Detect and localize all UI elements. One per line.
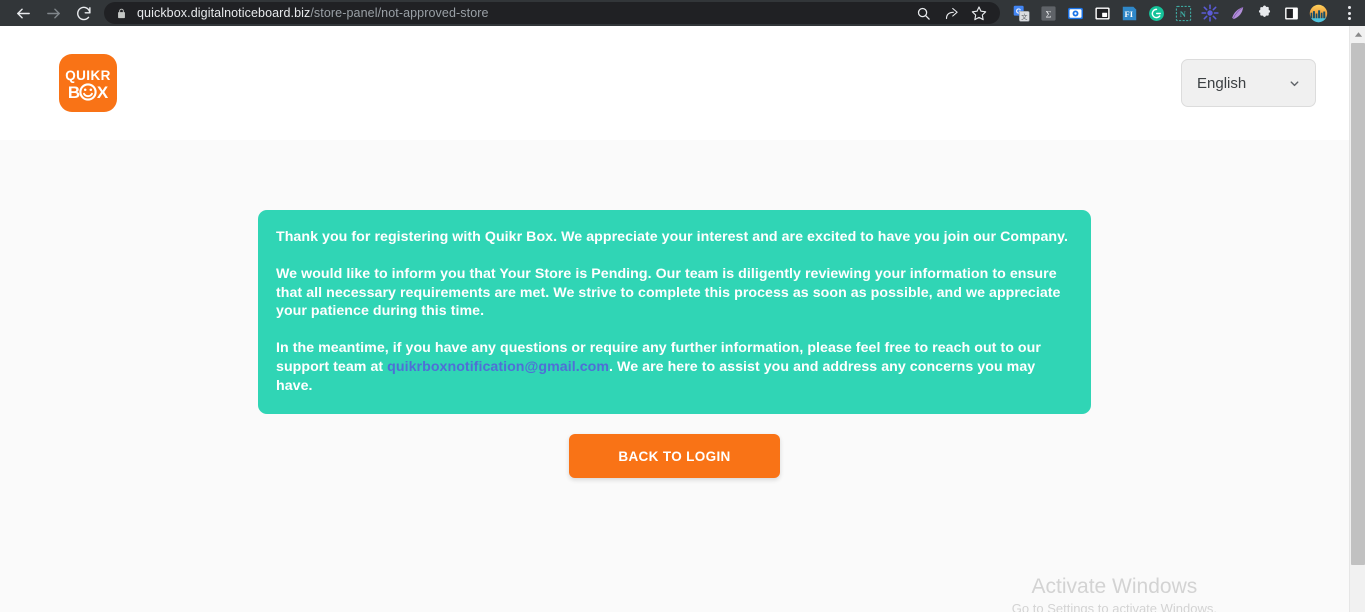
forward-button[interactable]: [38, 0, 68, 26]
menu-dot: [1347, 17, 1351, 20]
watermark-title: Activate Windows: [1031, 575, 1198, 598]
extensions-bar: G 文 Σ FI N: [1000, 0, 1337, 26]
language-select[interactable]: English: [1181, 59, 1316, 107]
back-button[interactable]: [8, 0, 38, 26]
puzzle-piece-extensions-icon[interactable]: [1251, 0, 1277, 26]
google-translate-icon[interactable]: G 文: [1008, 0, 1034, 26]
share-icon[interactable]: [938, 2, 964, 24]
grammarly-icon[interactable]: [1143, 0, 1169, 26]
scrollbar-thumb[interactable]: [1351, 43, 1365, 565]
logo-text-line1: QUIKR: [65, 68, 111, 83]
pending-store-notice: Thank you for registering with Quikr Box…: [258, 210, 1091, 414]
svg-text:文: 文: [1021, 12, 1028, 21]
windows-activation-watermark: Activate Windows Go to Settings to activ…: [1012, 574, 1217, 612]
support-email-link[interactable]: quikrboxnotification@gmail.com: [387, 359, 609, 375]
profile-avatar-icon[interactable]: [1305, 0, 1331, 26]
notice-paragraph-1: Thank you for registering with Quikr Box…: [276, 229, 1069, 245]
menu-dot: [1347, 6, 1351, 9]
svg-text:FI: FI: [1124, 9, 1133, 19]
back-to-login-button-wrap: BACK TO LOGIN: [0, 434, 1349, 478]
reload-icon: [75, 5, 92, 22]
browser-toolbar: quickbox.digitalnoticeboard.biz/store-pa…: [0, 0, 1365, 26]
lock-icon[interactable]: [116, 7, 127, 20]
chevron-down-icon: [1288, 77, 1301, 90]
svg-text:B: B: [68, 83, 80, 102]
logo-text-line2: B X: [68, 83, 109, 102]
back-arrow-icon: [15, 5, 32, 22]
screen-recorder-icon[interactable]: [1062, 0, 1088, 26]
svg-text:Σ: Σ: [1045, 9, 1051, 20]
side-panel-icon[interactable]: [1278, 0, 1304, 26]
site-header: QUIKR B X English: [0, 26, 1349, 140]
forward-arrow-icon: [45, 5, 62, 22]
back-to-login-button[interactable]: BACK TO LOGIN: [569, 434, 780, 478]
sigma-icon[interactable]: Σ: [1035, 0, 1061, 26]
picture-in-picture-icon[interactable]: [1089, 0, 1115, 26]
notice-paragraph-3: In the meantime, if you have any questio…: [276, 339, 1073, 395]
navigation-buttons: [0, 0, 98, 26]
three-dot-menu-icon[interactable]: [1337, 0, 1361, 26]
reload-button[interactable]: [68, 0, 98, 26]
url-text: quickbox.digitalnoticeboard.biz/store-pa…: [137, 6, 910, 20]
quill-feather-icon[interactable]: [1224, 0, 1250, 26]
search-icon[interactable]: [910, 2, 936, 24]
bookmark-star-icon[interactable]: [966, 2, 992, 24]
svg-text:X: X: [97, 83, 109, 102]
quikr-box-logo[interactable]: QUIKR B X: [59, 54, 117, 112]
notion-web-clipper-icon[interactable]: N: [1170, 0, 1196, 26]
starburst-icon[interactable]: [1197, 0, 1223, 26]
url-path: /store-panel/not-approved-store: [310, 6, 489, 20]
watermark-subtitle: Go to Settings to activate Windows.: [1011, 601, 1217, 612]
omnibox-actions: [910, 2, 992, 24]
url-domain: quickbox.digitalnoticeboard.biz: [137, 6, 311, 20]
menu-dot: [1347, 11, 1351, 15]
address-bar[interactable]: quickbox.digitalnoticeboard.biz/store-pa…: [104, 2, 1000, 24]
language-select-value: English: [1197, 74, 1247, 92]
notice-paragraph-2: We would like to inform you that Your St…: [276, 265, 1061, 320]
svg-text:N: N: [1179, 9, 1186, 19]
scroll-up-arrow-icon[interactable]: [1350, 26, 1365, 42]
page-content: QUIKR B X English Thank you for register…: [0, 26, 1349, 612]
fi-icon[interactable]: FI: [1116, 0, 1142, 26]
page-scrollbar[interactable]: [1349, 26, 1365, 612]
